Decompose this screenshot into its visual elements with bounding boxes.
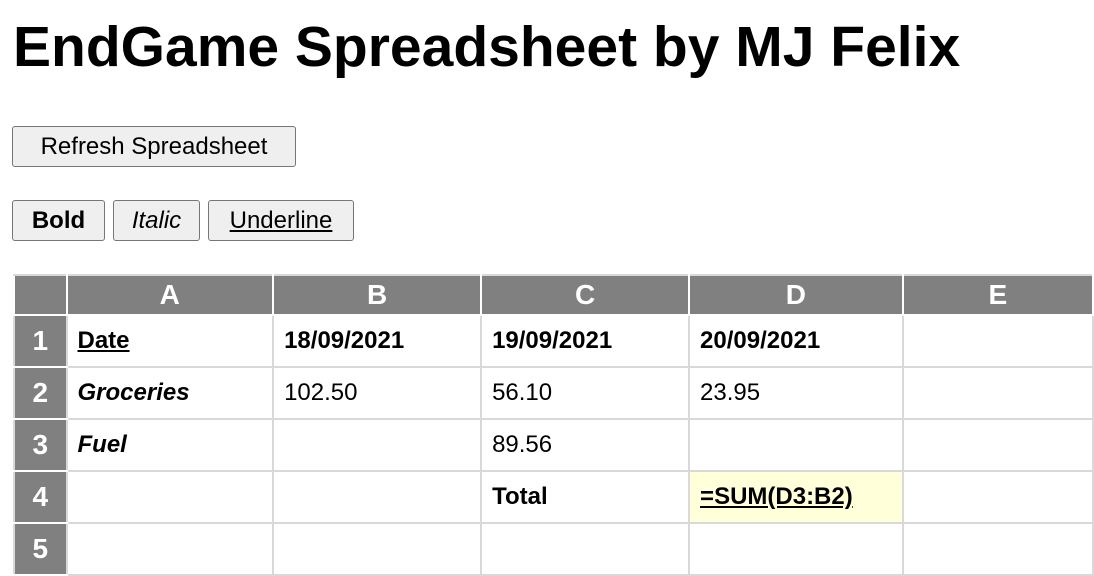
table-row: 1 Date 18/09/2021 19/09/2021 20/09/2021 [13, 314, 1094, 368]
cell-e4[interactable] [901, 470, 1094, 524]
italic-button[interactable]: Italic [113, 200, 200, 241]
cell-b1[interactable]: 18/09/2021 [272, 314, 483, 368]
column-header-c: C [480, 274, 691, 316]
bold-button[interactable]: Bold [12, 200, 105, 241]
cell-b2[interactable]: 102.50 [272, 366, 483, 420]
table-row: 2 Groceries 102.50 56.10 23.95 [13, 366, 1094, 420]
cell-d1[interactable]: 20/09/2021 [688, 314, 904, 368]
cell-a5[interactable] [65, 522, 275, 576]
row-header-1: 1 [13, 315, 67, 368]
row-header-5: 5 [13, 523, 67, 576]
cell-d2[interactable]: 23.95 [688, 366, 904, 420]
cell-e1[interactable] [901, 314, 1094, 368]
row-header-3: 3 [13, 419, 67, 472]
corner-cell [13, 274, 68, 316]
table-row: 5 [13, 522, 1094, 576]
cell-a2[interactable]: Groceries [65, 366, 275, 420]
column-header-d: D [688, 274, 904, 316]
cell-e5[interactable] [901, 522, 1094, 576]
cell-d4[interactable]: =SUM(D3:B2) [688, 470, 904, 524]
page-title: EndGame Spreadsheet by MJ Felix [13, 15, 961, 79]
column-header-b: B [272, 274, 483, 316]
cell-c1[interactable]: 19/09/2021 [480, 314, 691, 368]
cell-d5[interactable] [688, 522, 904, 576]
column-header-row: A B C D E [13, 274, 1094, 316]
cell-a1[interactable]: Date [65, 314, 275, 368]
column-header-a: A [65, 274, 275, 316]
cell-b3[interactable] [272, 418, 483, 472]
row-header-4: 4 [13, 471, 67, 524]
cell-c2[interactable]: 56.10 [480, 366, 691, 420]
table-row: 4 Total =SUM(D3:B2) [13, 470, 1094, 524]
cell-c4[interactable]: Total [480, 470, 691, 524]
cell-a3[interactable]: Fuel [65, 418, 275, 472]
cell-a4[interactable] [65, 470, 275, 524]
underline-button[interactable]: Underline [208, 200, 354, 241]
row-header-2: 2 [13, 367, 67, 420]
refresh-spreadsheet-button[interactable]: Refresh Spreadsheet [12, 126, 296, 167]
column-header-e: E [901, 274, 1094, 316]
cell-e2[interactable] [901, 366, 1094, 420]
cell-c5[interactable] [480, 522, 691, 576]
cell-c3[interactable]: 89.56 [480, 418, 691, 472]
cell-b5[interactable] [272, 522, 483, 576]
cell-b4[interactable] [272, 470, 483, 524]
spreadsheet-grid: A B C D E 1 Date 18/09/2021 19/09/2021 20/09… [13, 274, 1094, 576]
cell-e3[interactable] [901, 418, 1094, 472]
cell-d3[interactable] [688, 418, 904, 472]
table-row: 3 Fuel 89.56 [13, 418, 1094, 472]
